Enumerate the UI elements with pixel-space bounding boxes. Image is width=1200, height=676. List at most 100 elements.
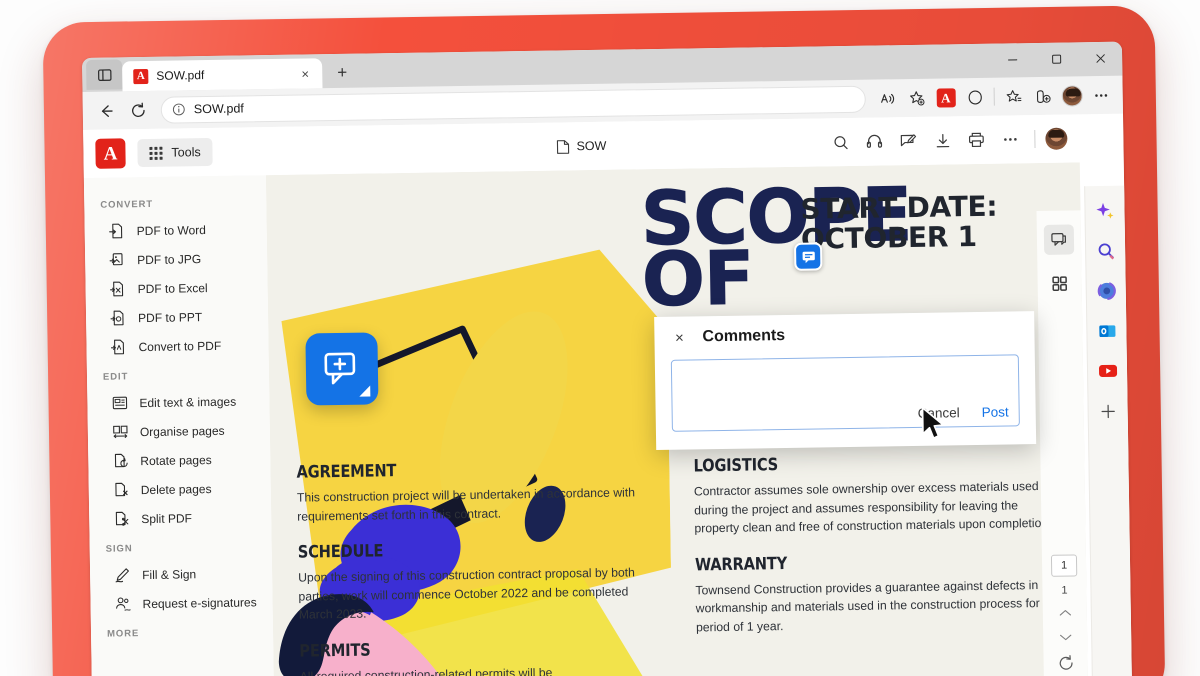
new-tab-button[interactable]: + [328, 59, 356, 87]
comment-input[interactable]: Cancel Post [670, 354, 1020, 432]
outlook-button[interactable] [1096, 320, 1118, 342]
document-right-column: LOGISTICS Contractor assumes sole owners… [693, 451, 1064, 676]
pdf-to-word-icon [109, 223, 123, 239]
split-pdf-icon [115, 511, 129, 526]
cursor-badge-corner [359, 385, 371, 397]
more-icon [1094, 93, 1107, 97]
sidebar-item-rotate-pages[interactable]: Rotate pages [88, 444, 270, 476]
sidebar-item-label: Delete pages [140, 481, 212, 497]
sidebar-item-organise-pages[interactable]: Organise pages [88, 415, 270, 447]
close-icon[interactable]: × [296, 64, 314, 82]
sidebar-item-pdf-to-ppt[interactable]: PDF to PPT [86, 301, 268, 333]
youtube-button[interactable] [1096, 360, 1118, 382]
sidebar-group-label-more: MORE [106, 628, 140, 640]
read-aloud-button[interactable] [874, 84, 902, 112]
section-heading: LOGISTICS [693, 455, 779, 477]
close-icon[interactable]: × [670, 329, 688, 347]
reload-button[interactable] [123, 95, 153, 125]
comments-panel-button[interactable] [1043, 224, 1075, 255]
collections-button[interactable] [999, 82, 1027, 110]
settings-more-button[interactable] [1086, 81, 1114, 109]
comment-icon [1051, 233, 1067, 246]
search-sidebar-button[interactable] [1094, 240, 1116, 262]
sidebar-item-pdf-to-word[interactable]: PDF to Word [84, 214, 266, 246]
pdf-to-ppt-icon [110, 310, 124, 326]
sidebar-item-delete-pages[interactable]: Delete pages [89, 473, 271, 505]
copilot-button[interactable] [1094, 200, 1116, 222]
acrobat-toolbar-divider [1034, 130, 1036, 149]
start-date-value: OCTOBER 1 [800, 220, 978, 256]
page-total-label: 1 [1061, 584, 1068, 597]
headphones-icon [866, 134, 883, 148]
profile-button[interactable] [1057, 81, 1085, 109]
sidebar-item-label: PDF to Excel [137, 280, 208, 296]
sidebar-item-label: Split PDF [141, 510, 193, 526]
page-number-input[interactable]: 1 [1050, 554, 1078, 577]
address-bar[interactable]: SOW.pdf [160, 85, 866, 124]
search-button[interactable] [826, 128, 854, 156]
download-button[interactable] [928, 126, 956, 154]
sidebar-item-pdf-to-excel[interactable]: PDF to Excel [85, 272, 267, 304]
sidebar-item-convert-to-pdf[interactable]: Convert to PDF [86, 330, 268, 362]
tab-search-icon [97, 68, 112, 81]
add-favorite-button[interactable] [903, 84, 931, 112]
comments-popup-title: Comments [702, 326, 786, 346]
sidebar-item-edit-text-images[interactable]: Edit text & images [87, 386, 269, 418]
outlook-icon [1098, 325, 1115, 338]
reload-icon [131, 102, 145, 117]
back-arrow-icon [101, 104, 113, 117]
request-signatures-icon [115, 597, 131, 611]
cursor-arrow-icon [921, 407, 944, 439]
start-date-label: START DATE: [800, 189, 998, 226]
tools-button-label: Tools [171, 145, 201, 160]
browser-tab[interactable]: A SOW.pdf × [122, 58, 323, 92]
page-thumbnails-button[interactable] [1044, 268, 1074, 298]
sidebar-group-label-edit: EDIT [102, 371, 129, 383]
sidebar-item-label: Organise pages [139, 423, 225, 439]
page-viewport: A Tools SOW CONVERT PDF to Word PDF to J… [83, 113, 1132, 676]
print-button[interactable] [962, 126, 990, 154]
acrobat-toolbar-actions [826, 125, 1068, 157]
section-body: This construction project will be undert… [296, 485, 636, 524]
star-plus-icon [909, 90, 924, 106]
post-button[interactable]: Post [982, 404, 1009, 419]
sidebar-item-request-e-signatures[interactable]: Request e-signatures [90, 587, 272, 619]
pdf-to-jpg-icon [109, 253, 123, 266]
chevron-down-icon [1059, 634, 1071, 640]
sidebar-item-fill-sign[interactable]: Fill & Sign [90, 558, 272, 590]
youtube-icon [1098, 364, 1117, 378]
sign-button[interactable] [894, 127, 922, 155]
section-heading: SCHEDULE [297, 541, 384, 563]
split-screen-icon [968, 89, 982, 104]
chevron-up-icon [1059, 609, 1071, 616]
acrobat-tools-sidebar: CONVERT PDF to Word PDF to JPG PDF to Ex… [83, 175, 275, 676]
sidebar-item-pdf-to-jpg[interactable]: PDF to JPG [85, 243, 267, 275]
section-body: All required construction-related permit… [299, 665, 553, 676]
add-sidebar-button[interactable] [1097, 400, 1119, 422]
scene-backdrop: A SOW.pdf × + SOW.pdf A A Tools SOW CONV… [0, 0, 1200, 676]
tools-button[interactable]: Tools [137, 137, 213, 168]
more-options-button[interactable] [996, 125, 1024, 153]
sidebar-item-split-pdf[interactable]: Split PDF [89, 502, 271, 534]
maximize-button[interactable] [1034, 42, 1078, 75]
comment-marker[interactable] [793, 242, 823, 271]
avatar[interactable] [1045, 127, 1068, 150]
split-screen-button[interactable] [961, 83, 989, 111]
next-page-button[interactable] [1054, 628, 1076, 644]
back-button[interactable] [91, 95, 121, 125]
minimize-button[interactable] [990, 43, 1034, 76]
document-name: SOW [556, 138, 606, 154]
address-bar-url: SOW.pdf [193, 101, 244, 117]
acrobat-extension-button[interactable]: A [932, 83, 960, 111]
info-icon[interactable] [172, 102, 186, 116]
rotate-button[interactable] [1054, 652, 1076, 672]
browser-essentials-button[interactable] [1028, 82, 1056, 110]
sidebar-item-label: Convert to PDF [138, 338, 222, 354]
close-window-button[interactable] [1078, 42, 1122, 75]
previous-page-button[interactable] [1054, 604, 1076, 620]
close-icon [1095, 53, 1105, 63]
acrobat-logo-letter: A [103, 142, 118, 165]
read-aloud-button[interactable] [860, 127, 888, 155]
tab-search-button[interactable] [86, 59, 123, 90]
drop-button[interactable] [1095, 280, 1117, 302]
